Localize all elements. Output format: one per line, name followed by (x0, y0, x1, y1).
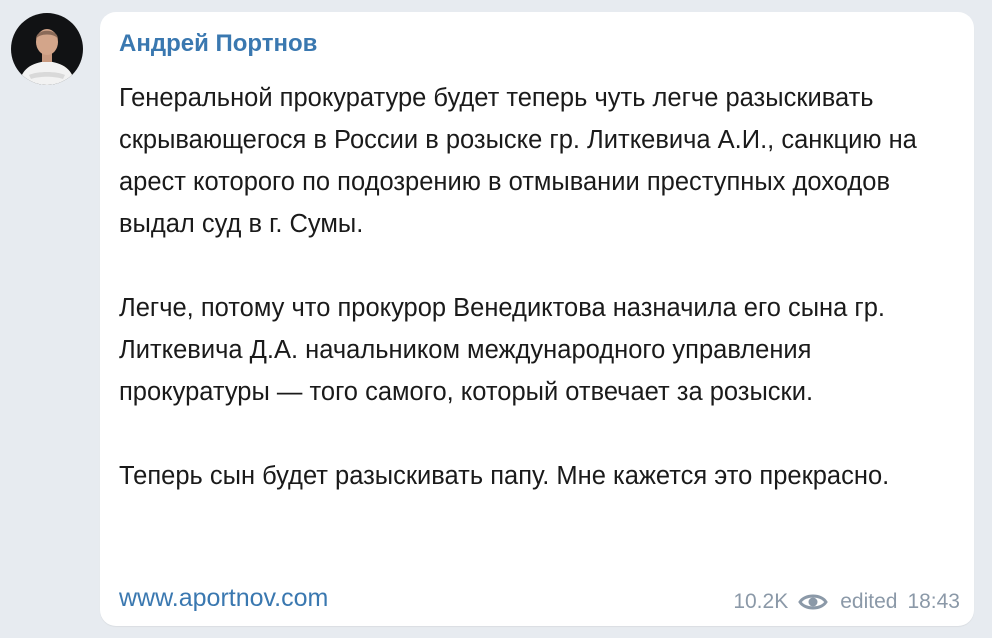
message-meta: 10.2K edited 18:43 (733, 590, 960, 614)
view-count: 10.2K (733, 590, 789, 613)
message-text: Генеральной прокуратуре будет теперь чут… (119, 77, 959, 497)
eye-icon (798, 592, 828, 612)
message-paragraph: Теперь сын будет разыскивать папу. Мне к… (119, 462, 890, 490)
edited-label: edited (840, 590, 898, 613)
message-paragraph: Легче, потому что прокурор Венедиктова н… (119, 294, 885, 406)
website-link[interactable]: www.aportnov.com (119, 584, 328, 613)
avatar[interactable] (11, 13, 83, 85)
author-name[interactable]: Андрей Портнов (119, 30, 317, 58)
author-photo (11, 13, 83, 85)
message-time: 18:43 (907, 590, 960, 613)
message-paragraph: Генеральной прокуратуре будет теперь чут… (119, 84, 917, 238)
message-bubble: Андрей Портнов Генеральной прокуратуре б… (100, 12, 974, 626)
